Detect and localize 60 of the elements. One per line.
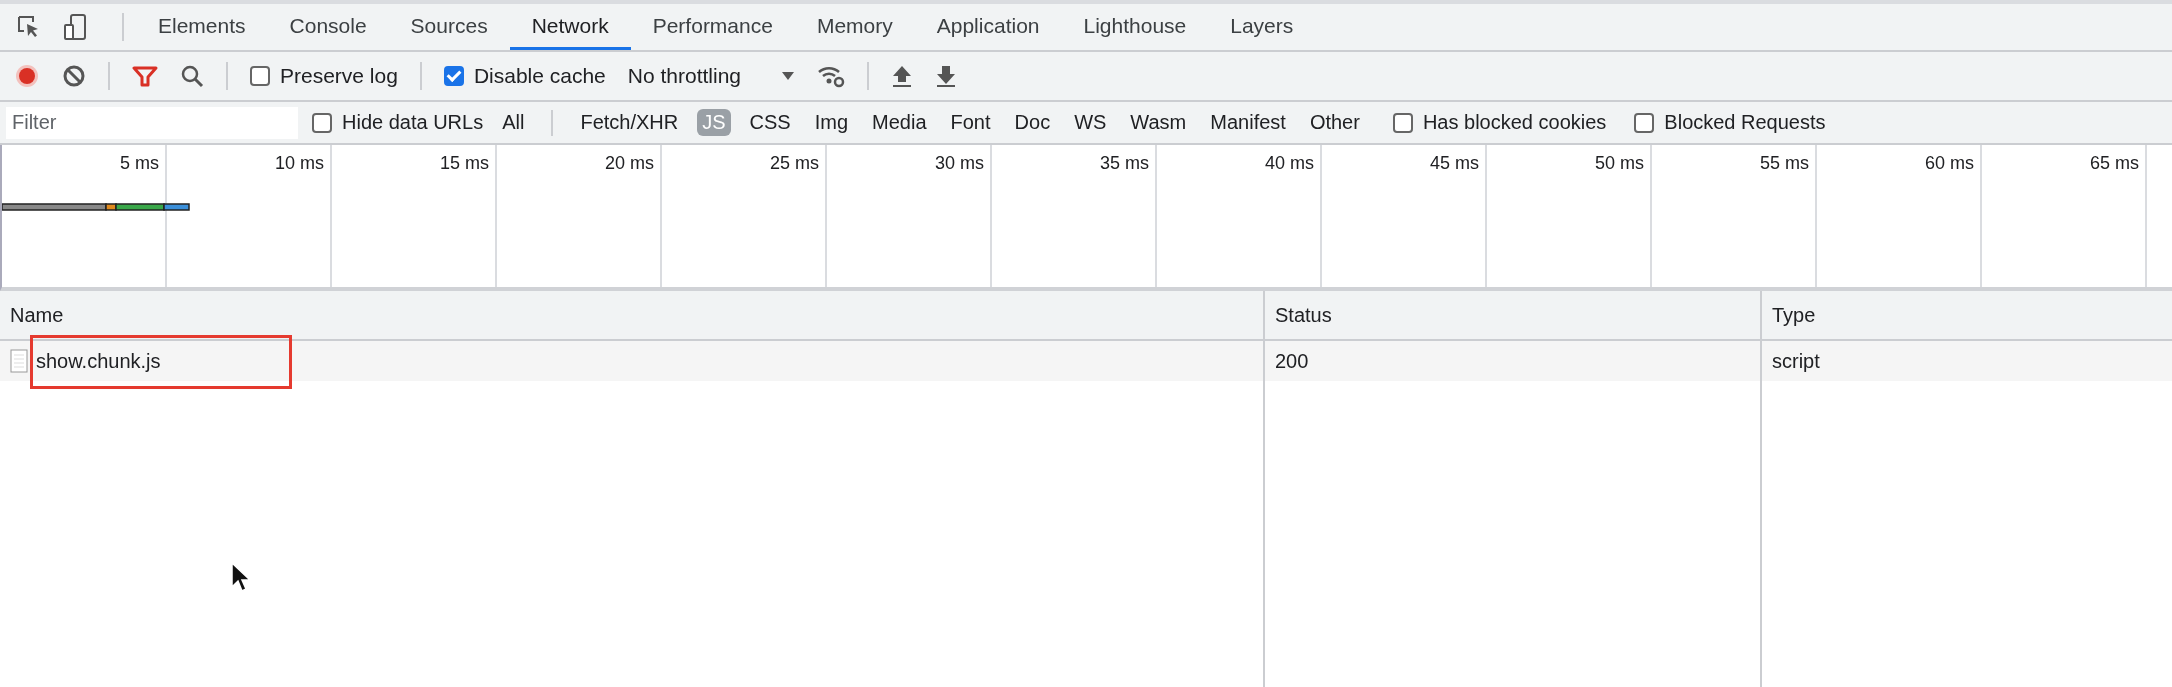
panel-tab[interactable]: Console [267, 4, 389, 50]
checkbox-label: Has blocked cookies [1422, 111, 1607, 134]
column-header[interactable]: Type [1760, 291, 2172, 339]
upload-icon[interactable] [891, 64, 914, 88]
type-filter-button[interactable]: Font [945, 109, 996, 136]
type-filter-button[interactable]: Wasm [1125, 109, 1192, 136]
time-tick-label: 55 ms [1759, 153, 1809, 173]
panel-tab[interactable]: Lighthouse [1061, 4, 1209, 50]
checkbox-label: Preserve log [280, 64, 398, 88]
option-checkbox[interactable] [1392, 112, 1413, 133]
option-checkbox[interactable] [1634, 112, 1655, 133]
throttling-dropdown[interactable]: No throttling [627, 64, 796, 88]
filter-input[interactable]: Filter [6, 106, 298, 139]
caret-icon [781, 71, 796, 81]
panel-tab[interactable]: Performance [630, 4, 795, 50]
search-icon[interactable] [180, 64, 204, 88]
column-header[interactable]: Name [0, 291, 1263, 339]
type-filter-button[interactable]: Doc [1009, 109, 1056, 136]
table-cell: script [1760, 341, 2172, 381]
clear-icon[interactable] [62, 64, 86, 88]
type-filter-button[interactable]: Other [1304, 109, 1365, 136]
time-tick-label: 45 ms [1429, 153, 1479, 173]
wifi-gear-icon[interactable] [817, 64, 846, 88]
download-icon[interactable] [935, 64, 958, 88]
time-tick-label: 60 ms [1924, 153, 1974, 173]
hide-data-urls-checkbox[interactable] [312, 112, 332, 133]
time-tick-label: 50 ms [1594, 153, 1644, 173]
table-cell: 200 [1263, 341, 1760, 381]
time-tick-label: 15 ms [439, 153, 489, 173]
checkbox-label: Blocked Requests [1664, 111, 1826, 134]
type-filter-button[interactable]: WS [1069, 109, 1112, 136]
checkbox-label: Disable cache [473, 64, 606, 88]
panel-tab[interactable]: Application [914, 4, 1062, 50]
type-filter-button[interactable]: All [497, 109, 530, 136]
preserve-log-checkbox[interactable] [250, 66, 270, 86]
time-tick-label: 65 ms [2089, 153, 2139, 173]
time-tick-label: 30 ms [934, 153, 984, 173]
type-filter-button[interactable]: CSS [744, 109, 796, 136]
panel-tab[interactable]: Memory [794, 4, 915, 50]
panel-tab[interactable]: Layers [1208, 4, 1316, 50]
panel-tab[interactable]: Sources [388, 4, 510, 50]
time-tick-label: 5 ms [120, 153, 159, 173]
type-filter-button[interactable]: Manifest [1205, 109, 1291, 136]
time-tick-label: 35 ms [1099, 153, 1149, 173]
time-tick-label: 10 ms [274, 153, 324, 173]
checkbox-label: Hide data URLs [342, 111, 484, 134]
mouse-pointer-icon [230, 561, 250, 593]
request-name[interactable]: show.chunk.js [36, 349, 161, 373]
time-tick-label: 20 ms [604, 153, 654, 173]
type-filter-button[interactable]: Img [809, 109, 854, 136]
time-tick-label: 40 ms [1264, 153, 1314, 173]
type-filter-button[interactable]: Media [867, 109, 932, 136]
time-tick-label: 25 ms [769, 153, 819, 173]
record-icon[interactable] [14, 63, 40, 89]
type-filter-button[interactable]: Fetch/XHR [575, 109, 684, 136]
file-icon [10, 349, 28, 373]
filter-icon[interactable] [132, 65, 158, 87]
column-header[interactable]: Status [1263, 291, 1760, 339]
panel-tab[interactable]: Elements [136, 4, 268, 50]
disable-cache-checkbox[interactable] [443, 66, 464, 86]
